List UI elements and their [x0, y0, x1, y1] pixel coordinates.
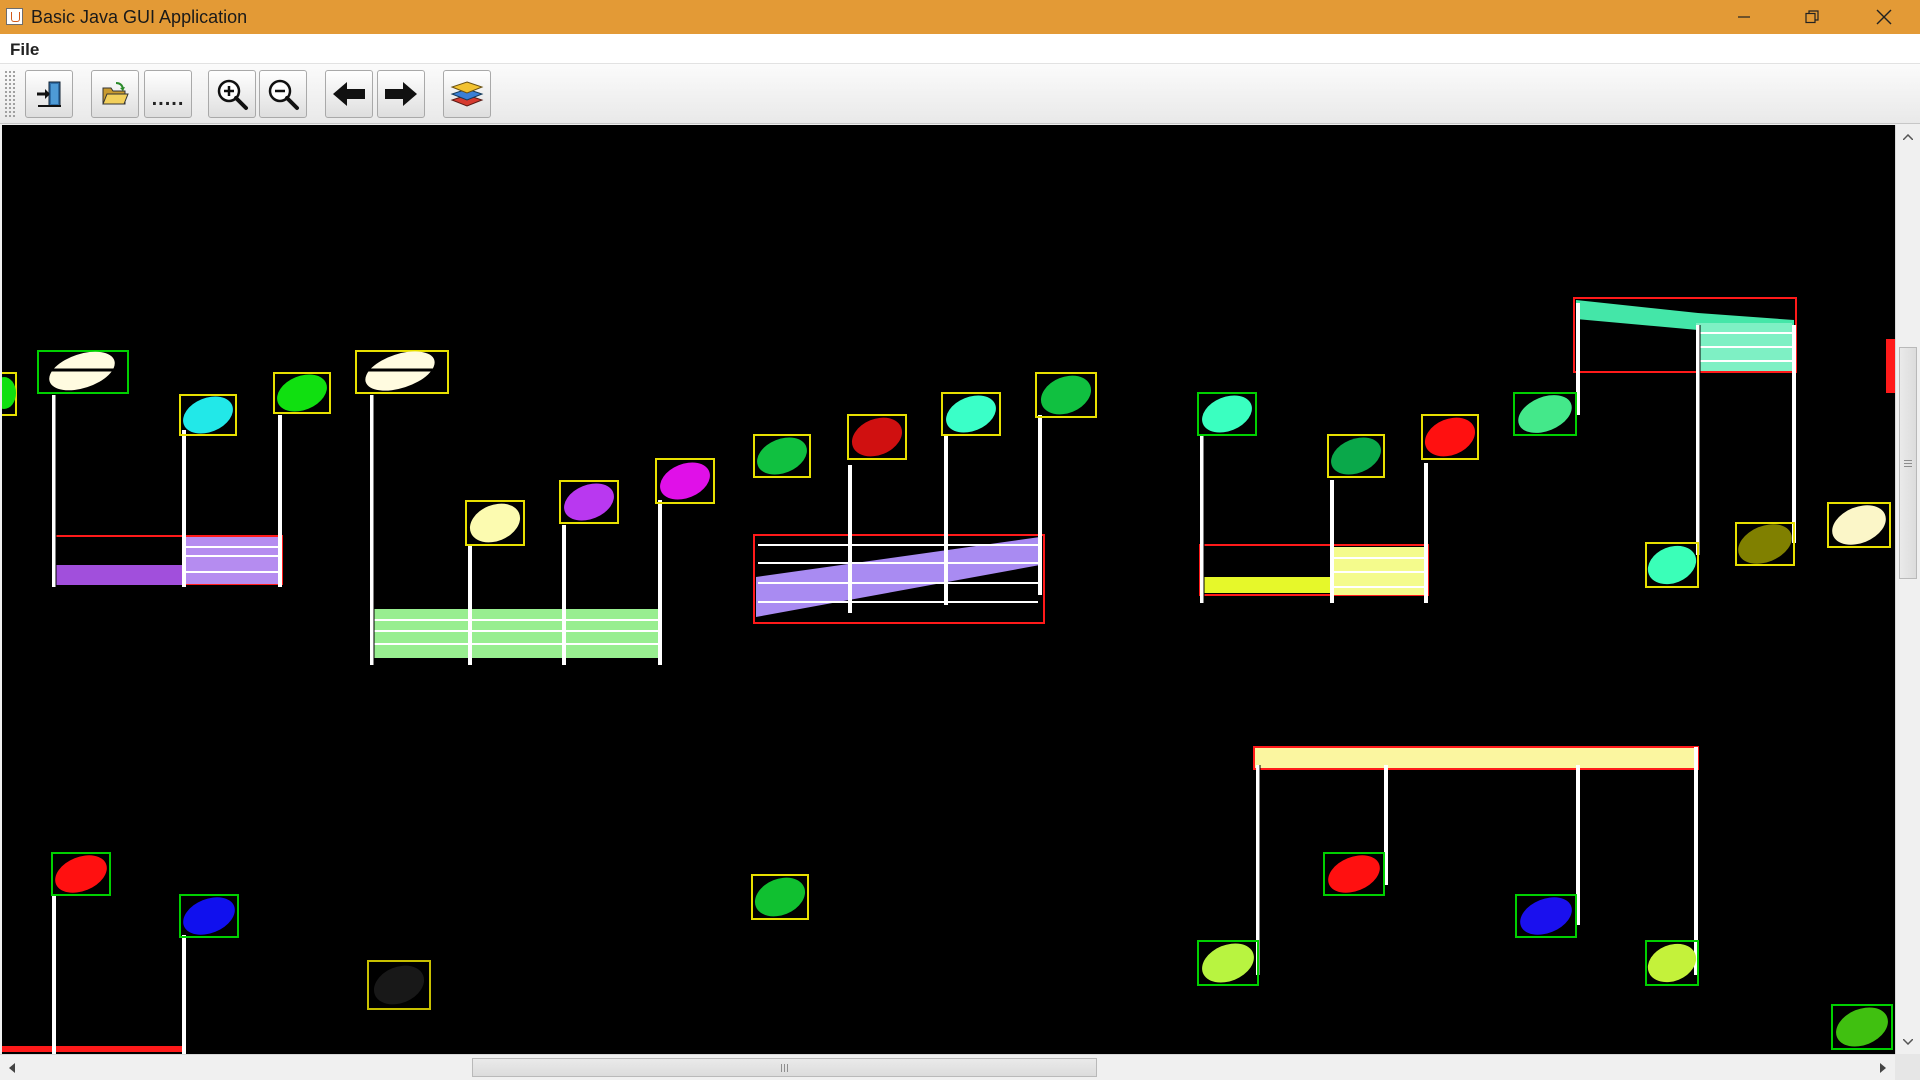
music-notation-drawing: [2, 297, 1895, 1054]
zoom-out-icon: [268, 79, 299, 110]
scroll-right-button[interactable]: [1871, 1055, 1895, 1080]
ellipsis-icon: .....: [151, 87, 185, 110]
toolbar-grip[interactable]: [4, 70, 16, 118]
arrow-left-icon: [333, 82, 365, 106]
back-button[interactable]: [325, 70, 373, 118]
exit-button[interactable]: [25, 70, 73, 118]
horizontal-scrollbar[interactable]: [0, 1054, 1895, 1080]
open-folder-icon: [102, 82, 129, 105]
chevron-down-icon: [1903, 1039, 1913, 1045]
java-app-icon: [6, 8, 23, 25]
window-title: Basic Java GUI Application: [31, 7, 248, 27]
chevron-up-icon: [1903, 134, 1913, 140]
horizontal-scroll-thumb[interactable]: [472, 1058, 1097, 1077]
toolbar: .....: [0, 64, 1920, 124]
zoom-in-button[interactable]: [208, 70, 256, 118]
menu-file[interactable]: File: [10, 40, 39, 60]
minimize-icon: [1738, 16, 1750, 18]
menu-bar: File: [0, 34, 1920, 64]
vertical-scrollbar[interactable]: [1895, 125, 1920, 1054]
scroll-up-button[interactable]: [1896, 125, 1920, 149]
chevron-right-icon: [1880, 1062, 1886, 1073]
arrow-right-icon: [385, 82, 417, 106]
vertical-scroll-thumb[interactable]: [1899, 347, 1917, 579]
scroll-left-button[interactable]: [0, 1055, 24, 1080]
forward-button[interactable]: [377, 70, 425, 118]
title-bar: Basic Java GUI Application: [0, 0, 1920, 34]
score-canvas[interactable]: [2, 125, 1895, 1054]
chevron-left-icon: [9, 1062, 15, 1073]
thumb-grip: [780, 1063, 789, 1072]
close-icon: [1876, 9, 1892, 25]
layers-button[interactable]: [443, 70, 491, 118]
open-button[interactable]: [91, 70, 139, 118]
restore-icon: [1805, 10, 1819, 24]
exit-door-icon: [37, 81, 61, 107]
zoom-in-icon: [217, 79, 248, 110]
scrollbar-corner: [1895, 1054, 1920, 1080]
more-button[interactable]: .....: [144, 70, 192, 118]
close-button[interactable]: [1850, 0, 1918, 34]
restore-button[interactable]: [1778, 0, 1846, 34]
thumb-grip: [1904, 459, 1912, 467]
layers-icon: [450, 81, 484, 107]
scroll-down-button[interactable]: [1896, 1030, 1920, 1054]
minimize-button[interactable]: [1710, 0, 1778, 34]
zoom-out-button[interactable]: [259, 70, 307, 118]
